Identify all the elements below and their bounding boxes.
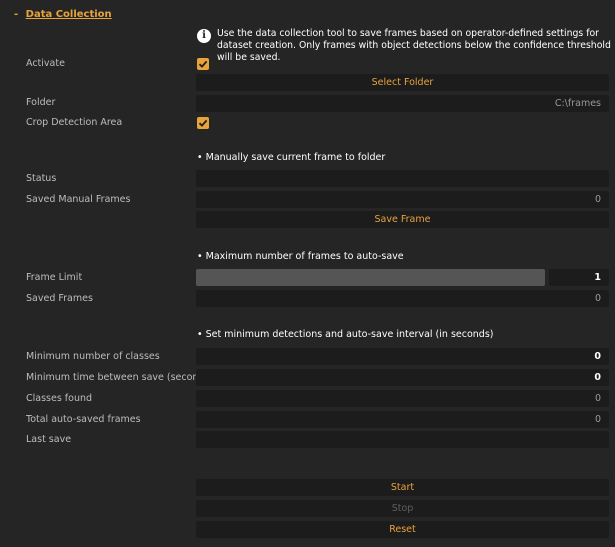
info-text: Use the data collection tool to save fra… <box>217 28 611 63</box>
saved-frames-label: Saved Frames <box>26 293 93 304</box>
classes-found-field: 0 <box>196 390 609 407</box>
saved-manual-frames-field: 0 <box>196 191 609 208</box>
section-title[interactable]: Data Collection <box>26 9 112 20</box>
frame-limit-input[interactable]: 1 <box>549 269 609 286</box>
frame-limit-label: Frame Limit <box>26 272 83 283</box>
activate-label: Activate <box>26 58 65 69</box>
reset-button[interactable]: Reset <box>196 521 609 538</box>
crop-detection-label: Crop Detection Area <box>26 117 123 128</box>
select-folder-button[interactable]: Select Folder <box>196 74 609 91</box>
folder-label: Folder <box>26 97 56 108</box>
min-classes-input[interactable]: 0 <box>196 348 609 365</box>
start-button[interactable]: Start <box>196 479 609 496</box>
total-auto-saved-field: 0 <box>196 411 609 428</box>
checkmark-icon <box>198 60 208 68</box>
manual-save-section-title: • Manually save current frame to folder <box>197 152 386 163</box>
total-auto-saved-label: Total auto-saved frames <box>26 414 141 425</box>
collapse-toggle[interactable]: - <box>14 9 18 20</box>
classes-found-label: Classes found <box>26 393 93 404</box>
stop-button[interactable]: Stop <box>196 500 609 517</box>
autosave-limit-section-title: • Maximum number of frames to auto-save <box>197 251 404 262</box>
folder-field: C:\frames <box>196 95 609 112</box>
crop-detection-checkbox[interactable] <box>197 117 209 129</box>
last-save-label: Last save <box>26 434 72 445</box>
min-time-label: Minimum time between save (seconds) <box>26 372 214 383</box>
section-header[interactable]: - Data Collection <box>14 8 112 22</box>
saved-manual-frames-label: Saved Manual Frames <box>26 194 131 205</box>
last-save-field <box>196 431 609 448</box>
status-field <box>196 170 609 187</box>
checkmark-icon <box>198 119 208 127</box>
save-frame-button[interactable]: Save Frame <box>196 211 609 228</box>
min-classes-label: Minimum number of classes <box>26 351 160 362</box>
frame-limit-slider[interactable] <box>196 269 545 286</box>
detections-section-title: • Set minimum detections and auto-save i… <box>197 329 494 340</box>
status-label: Status <box>26 173 57 184</box>
activate-checkbox[interactable] <box>197 58 209 70</box>
min-time-input[interactable]: 0 <box>196 369 609 386</box>
saved-frames-field: 0 <box>196 290 609 307</box>
info-icon: i <box>197 29 211 43</box>
